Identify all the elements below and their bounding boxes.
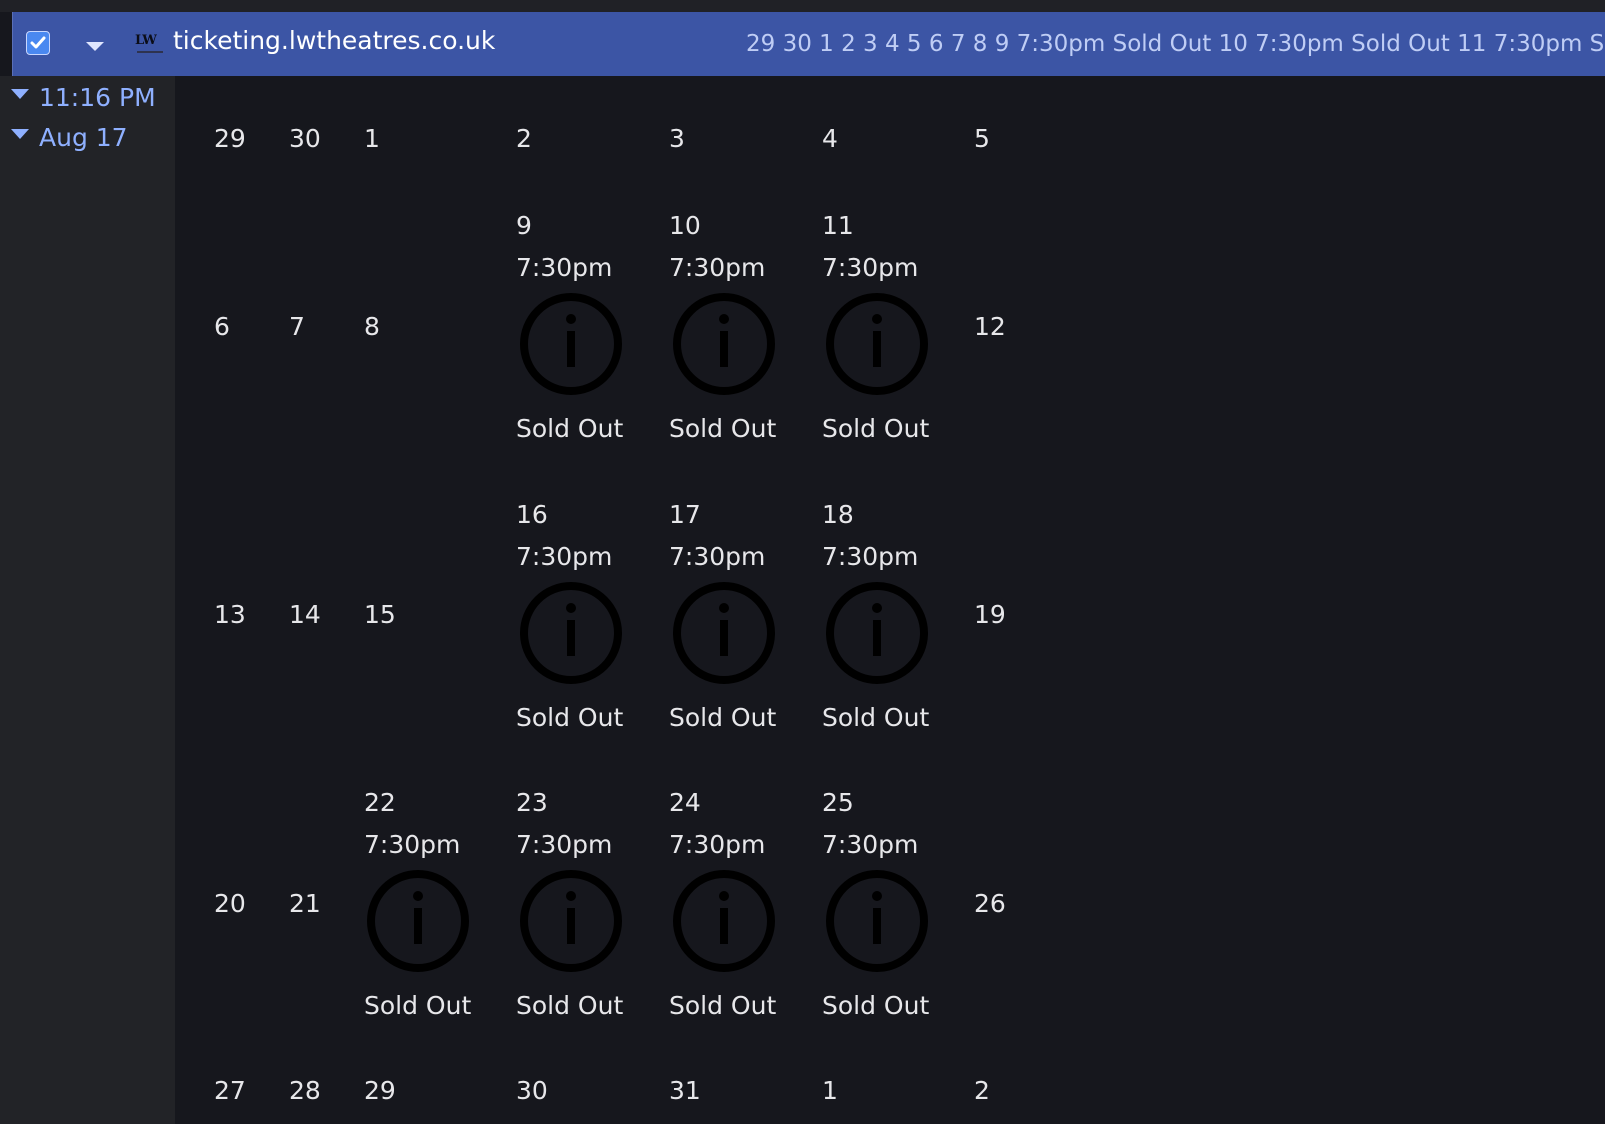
day-cell: 26 bbox=[974, 889, 1006, 918]
day-cell: 17 bbox=[669, 500, 701, 529]
info-icon[interactable] bbox=[520, 582, 622, 684]
day-cell: 23 bbox=[516, 788, 548, 817]
performance-time[interactable]: 7:30pm bbox=[516, 542, 612, 572]
sold-out-label: Sold Out bbox=[364, 991, 472, 1020]
info-icon[interactable] bbox=[673, 582, 775, 684]
performance-time[interactable]: 7:30pm bbox=[669, 253, 765, 283]
sold-out-label: Sold Out bbox=[516, 991, 624, 1020]
performance-time[interactable]: 7:30pm bbox=[822, 830, 918, 860]
day-cell: 21 bbox=[289, 889, 321, 918]
window-top-strip bbox=[0, 0, 1605, 12]
performance-time[interactable]: 7:30pm bbox=[516, 830, 612, 860]
day-cell: 6 bbox=[214, 312, 230, 341]
day-cell: 9 bbox=[516, 211, 532, 240]
day-cell: 5 bbox=[974, 124, 990, 153]
day-cell: 11 bbox=[822, 211, 854, 240]
info-icon[interactable] bbox=[673, 293, 775, 395]
date-group-toggle[interactable]: Aug 17 bbox=[11, 121, 128, 153]
day-cell: 14 bbox=[289, 600, 321, 629]
day-cell: 1 bbox=[822, 1076, 838, 1105]
performance-time[interactable]: 7:30pm bbox=[822, 542, 918, 572]
day-cell: 30 bbox=[289, 124, 321, 153]
select-checkbox[interactable] bbox=[26, 31, 50, 55]
time-label: 11:16 PM bbox=[39, 82, 156, 112]
tab-header-row[interactable]: LW ticketing.lwtheatres.co.uk 29 30 1 2 … bbox=[12, 12, 1605, 76]
day-cell: 28 bbox=[289, 1076, 321, 1105]
day-cell: 16 bbox=[516, 500, 548, 529]
performance-time[interactable]: 7:30pm bbox=[364, 830, 460, 860]
day-cell: 7 bbox=[289, 312, 305, 341]
expand-triangle-icon bbox=[11, 129, 29, 139]
sold-out-label: Sold Out bbox=[822, 703, 930, 732]
performance-time[interactable]: 7:30pm bbox=[822, 253, 918, 283]
info-icon[interactable] bbox=[520, 870, 622, 972]
day-cell: 2 bbox=[974, 1076, 990, 1105]
sold-out-label: Sold Out bbox=[822, 991, 930, 1020]
site-hostname[interactable]: ticketing.lwtheatres.co.uk bbox=[173, 26, 495, 56]
sold-out-label: Sold Out bbox=[822, 414, 930, 443]
day-cell: 22 bbox=[364, 788, 396, 817]
site-logo: LW bbox=[135, 32, 167, 56]
day-cell: 31 bbox=[669, 1076, 701, 1105]
sold-out-label: Sold Out bbox=[516, 703, 624, 732]
performance-time[interactable]: 7:30pm bbox=[669, 830, 765, 860]
info-icon[interactable] bbox=[826, 293, 928, 395]
history-sidebar: 11:16 PM Aug 17 bbox=[0, 76, 175, 1124]
day-cell: 29 bbox=[364, 1076, 396, 1105]
page-text-preview: 29 30 1 2 3 4 5 6 7 8 9 7:30pm Sold Out … bbox=[746, 31, 1605, 57]
sold-out-label: Sold Out bbox=[516, 414, 624, 443]
info-icon[interactable] bbox=[367, 870, 469, 972]
chevron-down-icon[interactable] bbox=[86, 42, 104, 51]
sold-out-label: Sold Out bbox=[669, 414, 777, 443]
day-cell: 20 bbox=[214, 889, 246, 918]
day-cell: 13 bbox=[214, 600, 246, 629]
day-cell: 19 bbox=[974, 600, 1006, 629]
day-cell: 27 bbox=[214, 1076, 246, 1105]
day-cell: 25 bbox=[822, 788, 854, 817]
day-cell: 2 bbox=[516, 124, 532, 153]
sold-out-label: Sold Out bbox=[669, 991, 777, 1020]
day-cell: 8 bbox=[364, 312, 380, 341]
info-icon[interactable] bbox=[673, 870, 775, 972]
day-cell: 4 bbox=[822, 124, 838, 153]
performance-time[interactable]: 7:30pm bbox=[669, 542, 765, 572]
day-cell: 24 bbox=[669, 788, 701, 817]
performance-time[interactable]: 7:30pm bbox=[516, 253, 612, 283]
expand-triangle-icon bbox=[11, 89, 29, 99]
day-cell: 15 bbox=[364, 600, 396, 629]
info-icon[interactable] bbox=[520, 293, 622, 395]
info-icon[interactable] bbox=[826, 870, 928, 972]
day-cell: 29 bbox=[214, 124, 246, 153]
info-icon[interactable] bbox=[826, 582, 928, 684]
day-cell: 12 bbox=[974, 312, 1006, 341]
time-group-toggle[interactable]: 11:16 PM bbox=[11, 81, 156, 113]
date-label: Aug 17 bbox=[39, 122, 128, 152]
day-cell: 1 bbox=[364, 124, 380, 153]
day-cell: 18 bbox=[822, 500, 854, 529]
day-cell: 10 bbox=[669, 211, 701, 240]
checkmark-icon bbox=[30, 36, 46, 49]
day-cell: 30 bbox=[516, 1076, 548, 1105]
sold-out-label: Sold Out bbox=[669, 703, 777, 732]
day-cell: 3 bbox=[669, 124, 685, 153]
